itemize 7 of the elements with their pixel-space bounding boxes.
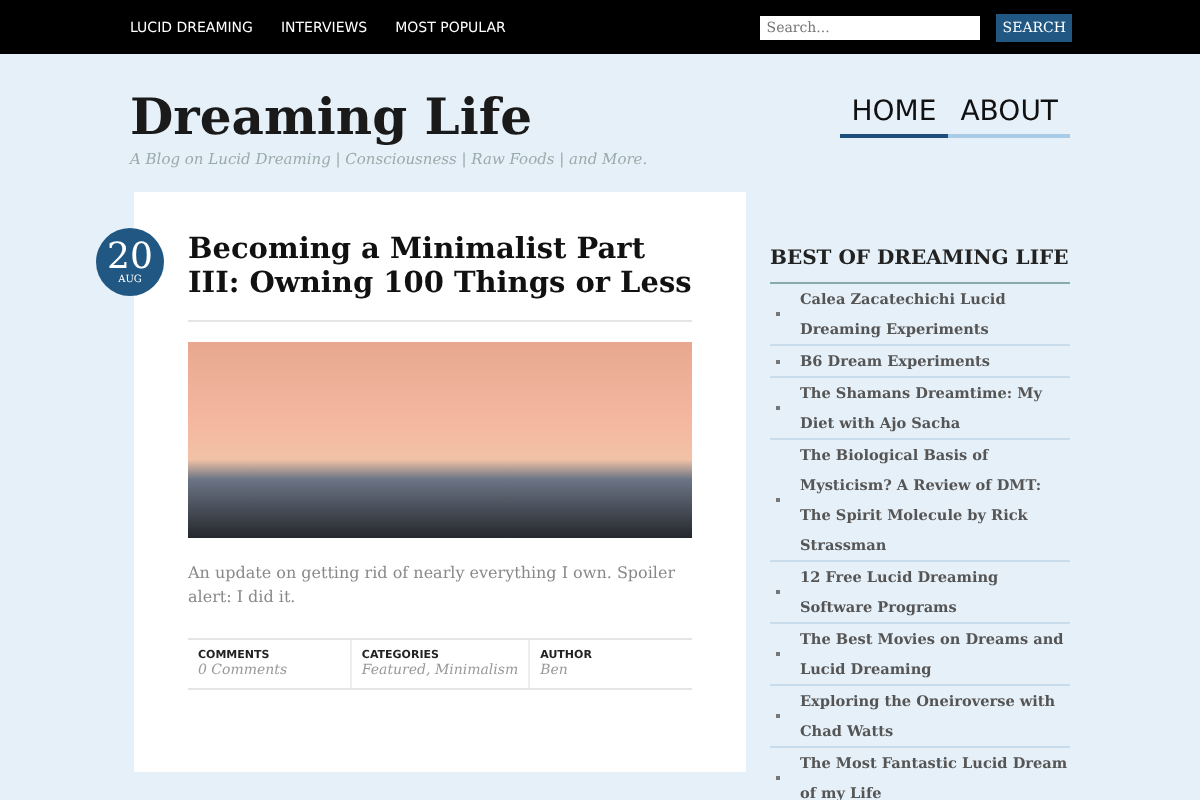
site-title[interactable]: Dreaming Life [130,90,840,146]
menu-tab[interactable]: ABOUT [948,96,1070,138]
sidebar-heading: BEST OF DREAMING LIFE [770,248,1070,284]
menu-tab[interactable]: HOME [839,96,949,138]
date-day: 20 [107,239,153,273]
post-excerpt: An update on getting rid of nearly everything I own. Spoiler alert: I did it. [188,562,678,610]
post-title[interactable]: Becoming a Minimalist Part III: Owning 100 Things or Less [188,232,692,322]
